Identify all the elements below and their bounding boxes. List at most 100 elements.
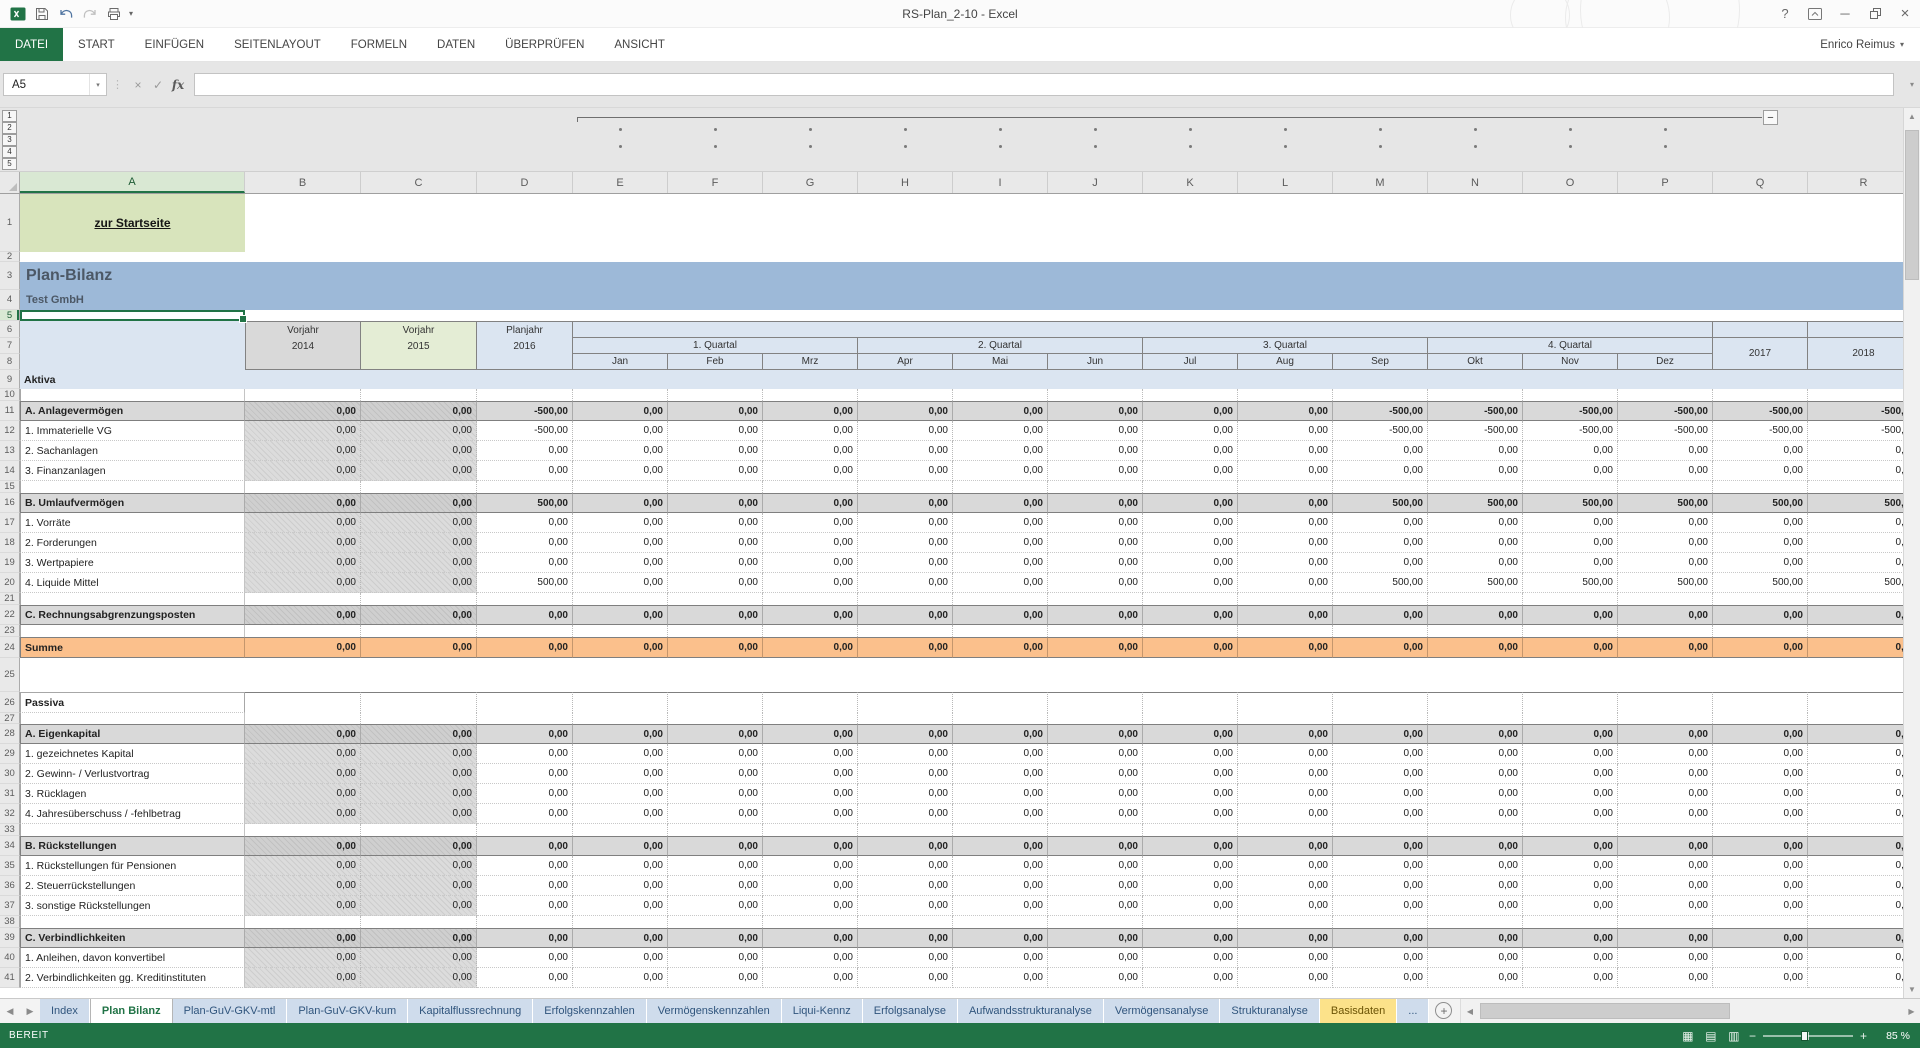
cell-M41[interactable]: 0,00 [1333, 968, 1428, 988]
cell-N26[interactable] [1428, 692, 1523, 713]
cell-C36[interactable]: 0,00 [361, 876, 477, 896]
cell-A16[interactable]: B. Umlaufvermögen [20, 493, 245, 513]
cell-Q27[interactable] [1713, 713, 1808, 724]
cell-O19[interactable]: 0,00 [1523, 553, 1618, 573]
cell-P34[interactable]: 0,00 [1618, 836, 1713, 856]
cell-C7[interactable]: 2015 [361, 338, 477, 354]
cell-A28[interactable]: A. Eigenkapital [20, 724, 245, 744]
cell-B8[interactable] [245, 354, 361, 370]
cell-D11[interactable]: -500,00 [477, 401, 573, 421]
cell-G28[interactable]: 0,00 [763, 724, 858, 744]
cell-B35[interactable]: 0,00 [245, 856, 361, 876]
cell-L37[interactable]: 0,00 [1238, 896, 1333, 916]
cell-M39[interactable]: 0,00 [1333, 928, 1428, 948]
cell-P36[interactable]: 0,00 [1618, 876, 1713, 896]
cell-E16[interactable]: 0,00 [573, 493, 668, 513]
save-icon[interactable] [33, 5, 50, 22]
month-header-Jul[interactable]: Jul [1143, 354, 1238, 370]
cell-I40[interactable]: 0,00 [953, 948, 1048, 968]
sheet-tab-plan-bilanz[interactable]: Plan Bilanz [90, 999, 173, 1023]
cell-O12[interactable]: -500,00 [1523, 421, 1618, 441]
cell-P21[interactable] [1618, 593, 1713, 605]
cell-K40[interactable]: 0,00 [1143, 948, 1238, 968]
vertical-scrollbar[interactable]: ▲ ▼ [1903, 108, 1920, 998]
cell-O28[interactable]: 0,00 [1523, 724, 1618, 744]
cell-M34[interactable]: 0,00 [1333, 836, 1428, 856]
cell-Q26[interactable] [1713, 692, 1808, 713]
cell-B40[interactable]: 0,00 [245, 948, 361, 968]
cell-J35[interactable]: 0,00 [1048, 856, 1143, 876]
cell-N37[interactable]: 0,00 [1428, 896, 1523, 916]
cell-K11[interactable]: 0,00 [1143, 401, 1238, 421]
ribbon-tab-start[interactable]: START [63, 28, 130, 61]
cell-I31[interactable]: 0,00 [953, 784, 1048, 804]
cell-Q40[interactable]: 0,00 [1713, 948, 1808, 968]
column-header-K[interactable]: K [1143, 172, 1238, 193]
cell-D13[interactable]: 0,00 [477, 441, 573, 461]
cell-D30[interactable]: 0,00 [477, 764, 573, 784]
cell-A11[interactable]: A. Anlagevermögen [20, 401, 245, 421]
cell-K33[interactable] [1143, 824, 1238, 836]
cell-E39[interactable]: 0,00 [573, 928, 668, 948]
cell-A14[interactable]: 3. Finanzanlagen [20, 461, 245, 481]
cell-B36[interactable]: 0,00 [245, 876, 361, 896]
cell-C28[interactable]: 0,00 [361, 724, 477, 744]
cell-C23[interactable] [361, 625, 477, 637]
month-header-Aug[interactable]: Aug [1238, 354, 1333, 370]
cell-H27[interactable] [858, 713, 953, 724]
cell-O37[interactable]: 0,00 [1523, 896, 1618, 916]
row-header-3[interactable]: 3 [0, 262, 20, 290]
cell-I29[interactable]: 0,00 [953, 744, 1048, 764]
cell-L31[interactable]: 0,00 [1238, 784, 1333, 804]
page-break-view-icon[interactable]: ▥ [1726, 1029, 1742, 1043]
sheet-tab-plan-guv-gkv-mtl[interactable]: Plan-GuV-GKV-mtl [173, 999, 288, 1023]
row-header-40[interactable]: 40 [0, 948, 20, 968]
cell-E28[interactable]: 0,00 [573, 724, 668, 744]
cell-I15[interactable] [953, 481, 1048, 493]
cell-P13[interactable]: 0,00 [1618, 441, 1713, 461]
month-header-Okt[interactable]: Okt [1428, 354, 1523, 370]
cell-A7[interactable] [20, 338, 245, 354]
enter-formula-icon[interactable]: ✓ [148, 78, 168, 92]
cell-L33[interactable] [1238, 824, 1333, 836]
cell-M24[interactable]: 0,00 [1333, 637, 1428, 658]
cell-Q18[interactable]: 0,00 [1713, 533, 1808, 553]
cell-F11[interactable]: 0,00 [668, 401, 763, 421]
cell-J31[interactable]: 0,00 [1048, 784, 1143, 804]
cell-B6[interactable]: Vorjahr [245, 321, 361, 338]
cell-H15[interactable] [858, 481, 953, 493]
cell-K29[interactable]: 0,00 [1143, 744, 1238, 764]
cell-A8[interactable] [20, 354, 245, 370]
cell-F27[interactable] [668, 713, 763, 724]
cell-G16[interactable]: 0,00 [763, 493, 858, 513]
cell-G39[interactable]: 0,00 [763, 928, 858, 948]
cell-H31[interactable]: 0,00 [858, 784, 953, 804]
vertical-scroll-thumb[interactable] [1905, 130, 1919, 280]
cell-I11[interactable]: 0,00 [953, 401, 1048, 421]
cell-L16[interactable]: 0,00 [1238, 493, 1333, 513]
cell-H37[interactable]: 0,00 [858, 896, 953, 916]
cell-K12[interactable]: 0,00 [1143, 421, 1238, 441]
cell-D14[interactable]: 0,00 [477, 461, 573, 481]
cell-H13[interactable]: 0,00 [858, 441, 953, 461]
row-header-14[interactable]: 14 [0, 461, 20, 481]
cell-E20[interactable]: 0,00 [573, 573, 668, 593]
cell-K28[interactable]: 0,00 [1143, 724, 1238, 744]
cell-D20[interactable]: 500,00 [477, 573, 573, 593]
cell-Q33[interactable] [1713, 824, 1808, 836]
cell-P20[interactable]: 500,00 [1618, 573, 1713, 593]
row-header-12[interactable]: 12 [0, 421, 20, 441]
cell-F21[interactable] [668, 593, 763, 605]
cell-B27[interactable] [245, 713, 361, 724]
cell-O27[interactable] [1523, 713, 1618, 724]
cell-M20[interactable]: 500,00 [1333, 573, 1428, 593]
zoom-slider-thumb[interactable] [1801, 1031, 1808, 1041]
cell-I26[interactable] [953, 692, 1048, 713]
cell-P17[interactable]: 0,00 [1618, 513, 1713, 533]
cell-K18[interactable]: 0,00 [1143, 533, 1238, 553]
cell-A30[interactable]: 2. Gewinn- / Verlustvortrag [20, 764, 245, 784]
cell-I24[interactable]: 0,00 [953, 637, 1048, 658]
cell-A15[interactable] [20, 481, 245, 493]
cell-I33[interactable] [953, 824, 1048, 836]
cell-D21[interactable] [477, 593, 573, 605]
